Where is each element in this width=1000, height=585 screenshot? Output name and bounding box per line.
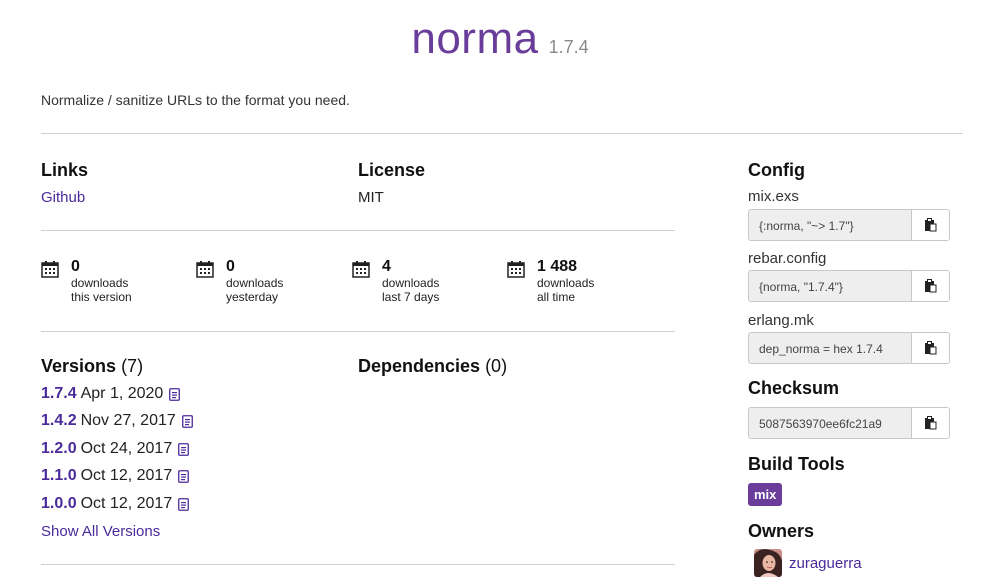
- divider: [41, 230, 675, 231]
- copy-button[interactable]: [912, 271, 949, 301]
- divider: [41, 331, 675, 332]
- dependencies-title: Dependencies (0): [358, 356, 507, 377]
- copy-button[interactable]: [912, 333, 949, 363]
- docs-icon[interactable]: [169, 387, 181, 401]
- dependencies-label: Dependencies: [358, 356, 481, 376]
- version-link[interactable]: 1.0.0: [41, 495, 77, 513]
- docs-icon[interactable]: [178, 497, 190, 511]
- clipboard-icon: [925, 416, 937, 430]
- config-code[interactable]: {:norma, "~> 1.7"}: [749, 210, 913, 240]
- versions-label: Versions: [41, 356, 117, 376]
- stat-period: last 7 days: [382, 290, 440, 304]
- stat-downloads-yesterday: 0 downloads yesterday: [196, 258, 336, 308]
- config-code[interactable]: dep_norma = hex 1.7.4: [749, 333, 913, 363]
- config-snippet-rebar: {norma, "1.7.4"}: [748, 270, 950, 302]
- links-title: Links: [41, 160, 89, 180]
- version-date: Oct 12, 2017: [80, 495, 173, 512]
- config-label-rebar: rebar.config: [748, 250, 827, 267]
- github-link[interactable]: Github: [41, 189, 85, 206]
- calendar-icon: [41, 261, 59, 278]
- package-version: 1.7.4: [548, 37, 589, 57]
- owner-link[interactable]: zuraguerra: [789, 555, 862, 572]
- version-date: Oct 24, 2017: [80, 440, 173, 457]
- clipboard-icon: [925, 279, 937, 293]
- version-link[interactable]: 1.4.2: [41, 412, 77, 430]
- version-row: 1.0.0 Oct 12, 2017: [41, 492, 190, 516]
- versions-count: (7): [121, 356, 144, 376]
- build-tool-badge[interactable]: mix: [748, 483, 783, 506]
- package-header: norma 1.7.4: [0, 14, 1000, 64]
- version-row: 1.4.2 Nov 27, 2017: [41, 409, 193, 433]
- checksum-snippet: 5087563970ee6fc21a9: [748, 407, 950, 439]
- stat-value: 0: [71, 258, 80, 275]
- version-date: Oct 12, 2017: [80, 467, 173, 484]
- clipboard-icon: [925, 218, 937, 232]
- stat-label: downloads: [537, 276, 595, 290]
- config-snippet-erlang-mk: dep_norma = hex 1.7.4: [748, 332, 950, 364]
- stat-period: all time: [537, 290, 576, 304]
- versions-title: Versions (7): [41, 356, 143, 377]
- dependencies-count: (0): [485, 356, 508, 376]
- config-title: Config: [748, 160, 805, 180]
- clipboard-icon: [925, 341, 937, 355]
- stat-period: yesterday: [226, 290, 279, 304]
- calendar-icon: [507, 261, 525, 278]
- docs-icon[interactable]: [178, 469, 190, 483]
- config-label-mix: mix.exs: [748, 188, 799, 205]
- stat-value: 0: [226, 258, 235, 275]
- stat-downloads-last-7-days: 4 downloads last 7 days: [352, 258, 492, 308]
- version-date: Nov 27, 2017: [80, 412, 176, 429]
- version-row: 1.2.0 Oct 24, 2017: [41, 437, 190, 461]
- avatar-image: [754, 549, 782, 577]
- checksum-value[interactable]: 5087563970ee6fc21a9: [749, 408, 913, 438]
- version-link[interactable]: 1.2.0: [41, 440, 77, 458]
- checksum-title: Checksum: [748, 378, 840, 398]
- owner-item: zuraguerra: [754, 549, 862, 577]
- version-link[interactable]: 1.1.0: [41, 467, 77, 485]
- package-name: norma: [411, 14, 539, 63]
- version-date: Apr 1, 2020: [80, 385, 164, 402]
- calendar-icon: [196, 261, 214, 278]
- divider: [41, 133, 963, 134]
- version-link[interactable]: 1.7.4: [41, 385, 77, 403]
- stat-downloads-this-version: 0 downloads this version: [41, 258, 181, 308]
- docs-icon[interactable]: [178, 442, 190, 456]
- owners-title: Owners: [748, 521, 815, 541]
- stat-value: 4: [382, 258, 391, 275]
- show-all-versions-link[interactable]: Show All Versions: [41, 523, 160, 540]
- stat-downloads-all-time: 1 488 downloads all time: [507, 258, 647, 308]
- version-row: 1.7.4 Apr 1, 2020: [41, 382, 181, 406]
- avatar[interactable]: [754, 549, 782, 577]
- divider: [41, 564, 675, 565]
- package-description: Normalize / sanitize URLs to the format …: [41, 92, 350, 108]
- build-tools-title: Build Tools: [748, 454, 845, 474]
- license-title: License: [358, 160, 426, 180]
- config-label-erlang-mk: erlang.mk: [748, 312, 814, 329]
- copy-button[interactable]: [912, 210, 949, 240]
- stat-label: downloads: [226, 276, 284, 290]
- stat-label: downloads: [71, 276, 129, 290]
- calendar-icon: [352, 261, 370, 278]
- copy-button[interactable]: [912, 408, 949, 438]
- stat-label: downloads: [382, 276, 440, 290]
- docs-icon[interactable]: [181, 414, 193, 428]
- config-snippet-mix: {:norma, "~> 1.7"}: [748, 209, 950, 241]
- config-code[interactable]: {norma, "1.7.4"}: [749, 271, 913, 301]
- version-row: 1.1.0 Oct 12, 2017: [41, 464, 190, 488]
- stat-period: this version: [71, 290, 132, 304]
- stat-value: 1 488: [537, 258, 578, 275]
- license-value: MIT: [358, 189, 384, 206]
